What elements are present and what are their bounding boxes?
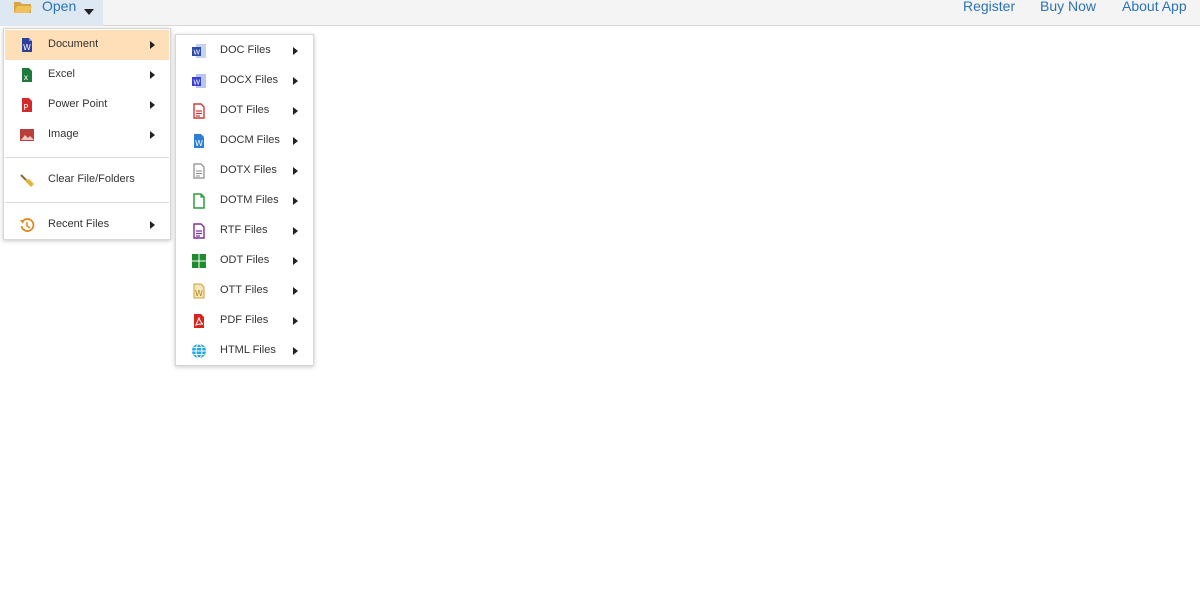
svg-text:W: W (193, 79, 200, 87)
submenu-item-html[interactable]: HTML Files (177, 336, 312, 366)
submenu-item-dotx[interactable]: DOTX Files (177, 156, 312, 186)
submenu-item-label: DOCM Files (220, 134, 280, 146)
menu-item-image[interactable]: Image (5, 120, 169, 150)
chevron-right-icon (293, 107, 298, 115)
menu-divider (5, 202, 169, 203)
word-doc-icon: W (19, 37, 35, 53)
dotx-icon (191, 163, 207, 179)
about-app-link[interactable]: About App (1122, 0, 1187, 14)
folder-open-icon (13, 0, 33, 19)
chevron-right-icon (150, 101, 155, 109)
chevron-right-icon (293, 197, 298, 205)
submenu-item-label: OTT Files (220, 284, 269, 296)
menu-item-label: Excel (48, 68, 75, 80)
chevron-right-icon (150, 71, 155, 79)
chevron-right-icon (150, 221, 155, 229)
menu-item-label: Recent Files (48, 218, 110, 230)
odt-icon (191, 253, 207, 269)
submenu-item-dotm[interactable]: DOTM Files (177, 186, 312, 216)
history-icon (19, 217, 35, 233)
svg-text:W: W (195, 139, 203, 148)
chevron-right-icon (293, 47, 298, 55)
svg-text:W: W (23, 43, 31, 52)
docx-icon: W (191, 73, 207, 89)
chevron-right-icon (293, 167, 298, 175)
document-submenu: W DOC Files W DOCX Files DOT Files W DOC… (175, 34, 314, 366)
menu-item-label: Clear File/Folders (48, 173, 135, 185)
chevron-right-icon (293, 317, 298, 325)
pdf-icon (191, 313, 207, 329)
submenu-item-label: DOCX Files (220, 74, 279, 86)
image-icon (19, 127, 35, 143)
excel-icon: x (19, 67, 35, 83)
svg-text:W: W (195, 289, 203, 298)
submenu-item-label: DOT Files (220, 104, 270, 116)
submenu-item-label: PDF Files (220, 314, 269, 326)
svg-text:P: P (24, 103, 29, 112)
menu-item-label: Image (48, 128, 79, 140)
submenu-item-odt[interactable]: ODT Files (177, 246, 312, 276)
submenu-item-ott[interactable]: W OTT Files (177, 276, 312, 306)
chevron-right-icon (293, 227, 298, 235)
html-globe-icon (191, 343, 207, 359)
caret-down-icon (84, 2, 94, 20)
register-link[interactable]: Register (963, 0, 1015, 14)
menu-item-excel[interactable]: x Excel (5, 60, 169, 90)
submenu-item-doc[interactable]: W DOC Files (177, 36, 312, 66)
submenu-item-docm[interactable]: W DOCM Files (177, 126, 312, 156)
dot-icon (191, 103, 207, 119)
powerpoint-icon: P (19, 97, 35, 113)
submenu-item-label: HTML Files (220, 344, 276, 356)
open-menu-button[interactable]: Open (0, 0, 103, 26)
chevron-right-icon (293, 137, 298, 145)
dotm-icon (191, 193, 207, 209)
chevron-right-icon (293, 287, 298, 295)
menu-item-recent-files[interactable]: Recent Files (5, 210, 169, 240)
submenu-item-rtf[interactable]: RTF Files (177, 216, 312, 246)
menu-item-document[interactable]: W Document (5, 30, 169, 60)
docm-icon: W (191, 133, 207, 149)
top-toolbar: Open Register Buy Now About App (0, 0, 1200, 26)
submenu-item-label: ODT Files (220, 254, 270, 266)
broom-icon (19, 172, 35, 188)
open-label: Open (42, 0, 77, 14)
submenu-item-label: RTF Files (220, 224, 268, 236)
rtf-icon (191, 223, 207, 239)
chevron-right-icon (293, 77, 298, 85)
submenu-item-label: DOTM Files (220, 194, 279, 206)
chevron-right-icon (150, 131, 155, 139)
menu-item-powerpoint[interactable]: P Power Point (5, 90, 169, 120)
doc-icon: W (191, 43, 207, 59)
chevron-right-icon (150, 41, 155, 49)
menu-divider (5, 157, 169, 158)
submenu-item-docx[interactable]: W DOCX Files (177, 66, 312, 96)
menu-item-label: Document (48, 38, 99, 50)
submenu-item-dot[interactable]: DOT Files (177, 96, 312, 126)
menu-item-label: Power Point (48, 98, 108, 110)
submenu-item-label: DOC Files (220, 44, 271, 56)
open-dropdown-menu: W Document x Excel P Power Point Image C… (3, 28, 171, 240)
submenu-item-label: DOTX Files (220, 164, 277, 176)
menu-item-clear-files[interactable]: Clear File/Folders (5, 165, 169, 195)
submenu-item-pdf[interactable]: PDF Files (177, 306, 312, 336)
buy-now-link[interactable]: Buy Now (1040, 0, 1096, 14)
svg-text:W: W (193, 49, 200, 57)
chevron-right-icon (293, 347, 298, 355)
svg-text:x: x (24, 73, 29, 82)
ott-icon: W (191, 283, 207, 299)
chevron-right-icon (293, 257, 298, 265)
